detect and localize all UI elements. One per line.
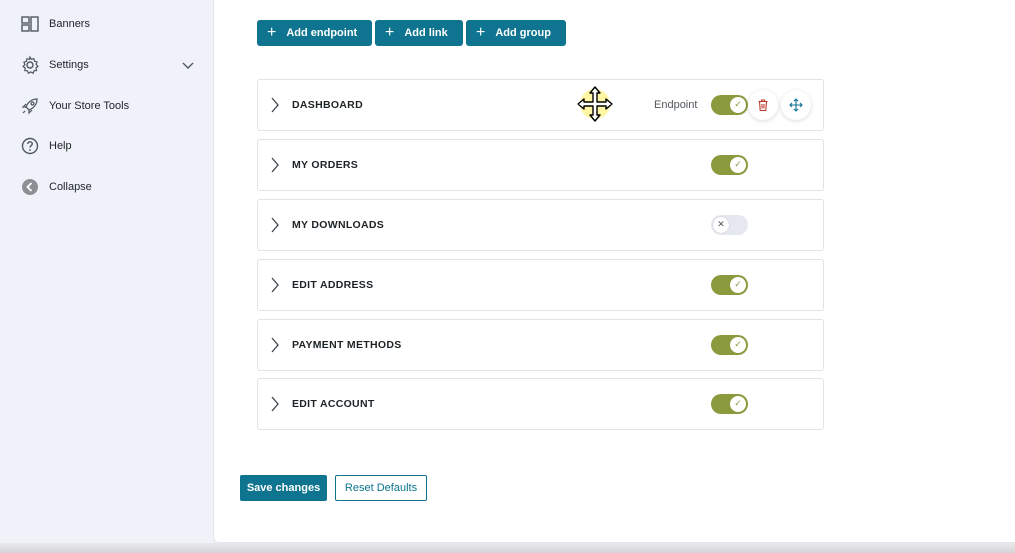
- add-link-label: Add link: [404, 27, 448, 39]
- reset-defaults-button[interactable]: Reset Defaults: [335, 475, 427, 501]
- sidebar-item-label: Your Store Tools: [49, 100, 130, 112]
- row-title: MY DOWNLOADS: [292, 219, 385, 231]
- sidebar-item-label: Settings: [49, 59, 89, 71]
- enable-toggle[interactable]: ✓: [711, 275, 748, 295]
- gear-icon: [20, 55, 40, 75]
- drag-handle-button[interactable]: [781, 90, 811, 120]
- check-icon: ✓: [730, 337, 746, 353]
- plus-icon: +: [385, 24, 395, 41]
- endpoint-row-edit-address[interactable]: EDIT ADDRESS ✓: [257, 259, 824, 311]
- plus-icon: +: [267, 24, 277, 41]
- endpoint-row-edit-account[interactable]: EDIT ACCOUNT ✓: [257, 378, 824, 430]
- row-title: PAYMENT METHODS: [292, 339, 402, 351]
- sidebar-item-help[interactable]: Help: [20, 134, 195, 158]
- trash-icon: [758, 99, 768, 112]
- x-icon: ✕: [713, 217, 729, 233]
- row-title: DASHBOARD: [292, 99, 363, 111]
- check-icon: ✓: [730, 157, 746, 173]
- endpoint-type-label: Endpoint: [654, 99, 698, 111]
- save-changes-button[interactable]: Save changes: [240, 475, 327, 501]
- check-icon: ✓: [730, 277, 746, 293]
- add-endpoint-label: Add endpoint: [286, 27, 358, 39]
- endpoint-row-dashboard[interactable]: DASHBOARD Endpoint ✓: [257, 79, 824, 131]
- chevron-down-icon[interactable]: [181, 58, 195, 72]
- sidebar-item-label: Help: [49, 140, 72, 152]
- sidebar-item-label: Collapse: [49, 181, 92, 193]
- endpoint-row-payment-methods[interactable]: PAYMENT METHODS ✓: [257, 319, 824, 371]
- row-title: EDIT ACCOUNT: [292, 398, 375, 410]
- chevron-right-icon[interactable]: [270, 217, 280, 233]
- sidebar-item-label: Banners: [49, 18, 90, 30]
- endpoint-row-my-downloads[interactable]: MY DOWNLOADS ✕: [257, 199, 824, 251]
- enable-toggle[interactable]: ✓: [711, 335, 748, 355]
- toolbar: + Add endpoint + Add link + Add group: [257, 20, 566, 46]
- chevron-right-icon[interactable]: [270, 157, 280, 173]
- enable-toggle[interactable]: ✓: [711, 394, 748, 414]
- check-icon: ✓: [730, 97, 746, 113]
- delete-button[interactable]: [748, 90, 778, 120]
- chevron-right-icon[interactable]: [270, 277, 280, 293]
- enable-toggle[interactable]: ✓: [711, 95, 748, 115]
- rocket-icon: [20, 96, 40, 116]
- chevron-right-icon[interactable]: [270, 337, 280, 353]
- chevron-right-icon[interactable]: [270, 396, 280, 412]
- sidebar: Banners Settings Your Store Tools Help C…: [0, 0, 213, 553]
- sidebar-item-store-tools[interactable]: Your Store Tools: [20, 94, 195, 118]
- banners-icon: [20, 14, 40, 34]
- add-group-label: Add group: [495, 27, 551, 39]
- collapse-icon: [20, 177, 40, 197]
- row-title: EDIT ADDRESS: [292, 279, 374, 291]
- sidebar-item-banners[interactable]: Banners: [20, 12, 195, 36]
- check-icon: ✓: [730, 396, 746, 412]
- sidebar-item-collapse[interactable]: Collapse: [20, 175, 195, 199]
- endpoint-row-my-orders[interactable]: MY ORDERS ✓: [257, 139, 824, 191]
- window-bottom-edge: [0, 543, 1015, 553]
- main-panel: + Add endpoint + Add link + Add group DASHB…: [213, 0, 1015, 543]
- add-group-button[interactable]: + Add group: [466, 20, 566, 46]
- row-title: MY ORDERS: [292, 159, 359, 171]
- enable-toggle[interactable]: ✕: [711, 215, 748, 235]
- help-icon: [20, 136, 40, 156]
- add-endpoint-button[interactable]: + Add endpoint: [257, 20, 372, 46]
- sidebar-item-settings[interactable]: Settings: [20, 53, 195, 77]
- enable-toggle[interactable]: ✓: [711, 155, 748, 175]
- chevron-right-icon[interactable]: [270, 97, 280, 113]
- move-icon: [789, 98, 803, 112]
- add-link-button[interactable]: + Add link: [375, 20, 463, 46]
- plus-icon: +: [476, 24, 486, 41]
